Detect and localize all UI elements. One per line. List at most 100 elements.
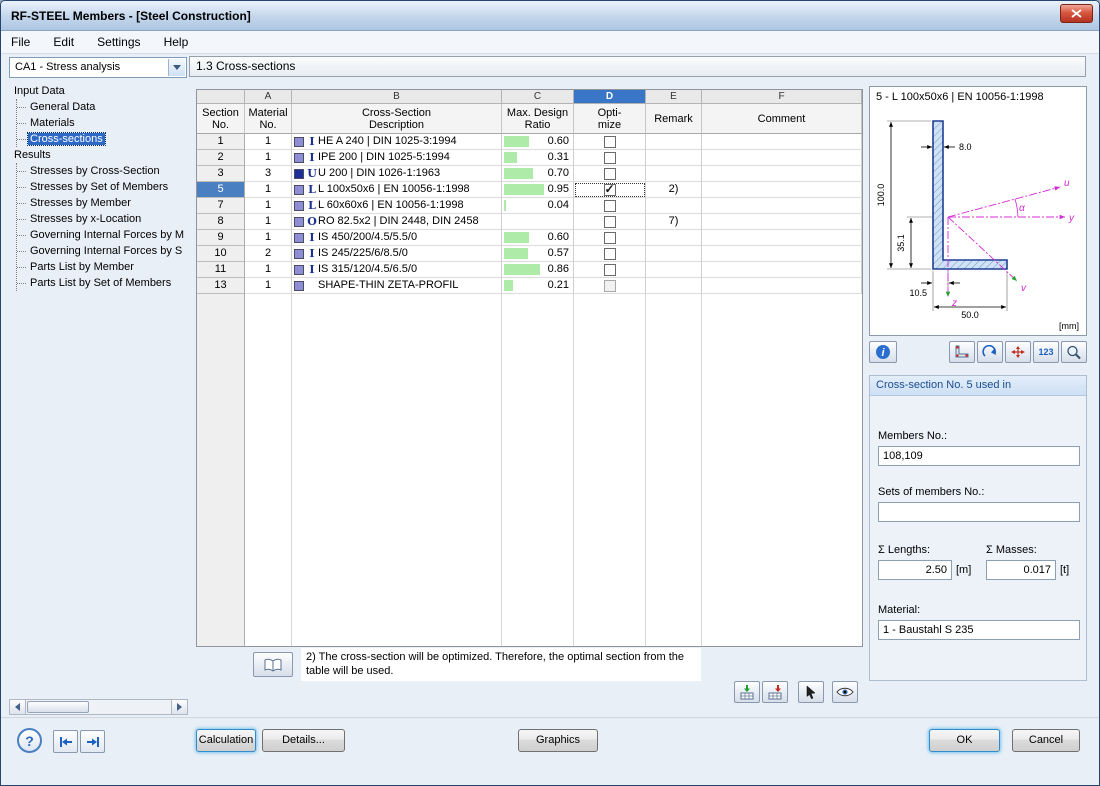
row-comment[interactable] [702,150,862,166]
optimize-checkbox[interactable] [603,247,616,260]
row-ratio-cell[interactable]: 0.60 [502,230,574,246]
transfer-table-button[interactable] [762,681,788,703]
row-optimize-cell[interactable] [574,166,646,182]
row-comment[interactable] [702,134,862,150]
zoom-details-button[interactable] [1061,341,1087,363]
header-max-design-ratio[interactable]: Max. Design Ratio [502,104,574,134]
row-ratio-cell[interactable] [502,214,574,230]
tree-horizontal-scrollbar[interactable] [9,699,188,715]
tree-item-governing-forces-by-set[interactable]: Governing Internal Forces by S [17,243,188,259]
optimize-checkbox[interactable] [603,263,616,276]
row-optimize-cell[interactable] [574,278,646,294]
tree-item-stresses-by-cross-section[interactable]: Stresses by Cross-Section [17,163,188,179]
row-optimize-cell[interactable] [574,182,646,198]
table-row[interactable]: 7 1 L L 60x60x6 | EN 10056-1:1998 0.04 [197,198,862,214]
tree-item-general-data[interactable]: General Data [17,99,188,115]
row-section-no[interactable]: 13 [197,278,245,294]
row-material-no[interactable]: 3 [245,166,292,182]
chevron-down-icon[interactable] [168,59,185,76]
row-optimize-cell[interactable] [574,150,646,166]
row-ratio-cell[interactable]: 0.57 [502,246,574,262]
row-remark[interactable] [646,150,702,166]
optimize-checkbox[interactable] [603,151,616,164]
table-row[interactable]: 11 1 I IS 315/120/4.5/6.5/0 0.86 [197,262,862,278]
pick-in-graphic-button[interactable] [798,681,824,703]
library-button[interactable] [253,652,293,677]
tree-item-stresses-by-set-of-members[interactable]: Stresses by Set of Members [17,179,188,195]
next-table-button[interactable] [80,730,105,753]
row-description-cell[interactable]: I IS 450/200/4.5/5.5/0 [292,230,502,246]
row-description-cell[interactable]: I IS 245/225/6/8.5/0 [292,246,502,262]
numbering-button[interactable]: 123 [1033,341,1059,363]
row-remark[interactable] [646,230,702,246]
sets-field[interactable] [878,502,1080,522]
row-material-no[interactable]: 1 [245,214,292,230]
tree-results[interactable]: Results [9,147,188,163]
table-row[interactable]: 5 1 L L 100x50x6 | EN 10056-1:1998 0.95 … [197,182,862,198]
stress-points-button[interactable] [949,341,975,363]
header-section-no[interactable]: Section No. [197,104,245,134]
table-row[interactable]: 13 1 SHAPE-THIN ZETA-PROFIL 0.21 [197,278,862,294]
row-material-no[interactable]: 2 [245,246,292,262]
menu-help[interactable]: Help [154,31,199,49]
row-ratio-cell[interactable]: 0.60 [502,134,574,150]
row-section-no[interactable]: 5 [197,182,245,198]
column-letter-f[interactable]: F [702,90,862,104]
row-optimize-cell[interactable] [574,262,646,278]
row-material-no[interactable]: 1 [245,262,292,278]
row-ratio-cell[interactable]: 0.31 [502,150,574,166]
material-field[interactable]: 1 - Baustahl S 235 [878,620,1080,640]
row-optimize-cell[interactable] [574,134,646,150]
tree-item-parts-list-by-member[interactable]: Parts List by Member [17,259,188,275]
row-description-cell[interactable]: L L 100x50x6 | EN 10056-1:1998 [292,182,502,198]
column-letter-d[interactable]: D [574,90,646,104]
optimize-checkbox[interactable] [603,135,616,148]
row-description-cell[interactable]: I HE A 240 | DIN 1025-3:1994 [292,134,502,150]
menu-settings[interactable]: Settings [87,31,150,49]
help-button[interactable]: ? [17,728,42,753]
table-row[interactable]: 8 1 O RO 82.5x2 | DIN 2448, DIN 2458 7) [197,214,862,230]
row-comment[interactable] [702,278,862,294]
masses-field[interactable]: 0.017 [986,560,1056,580]
optimize-checkbox[interactable] [603,231,616,244]
lengths-field[interactable]: 2.50 [878,560,952,580]
tree-item-stresses-by-x-location[interactable]: Stresses by x-Location [17,211,188,227]
row-comment[interactable] [702,262,862,278]
row-remark[interactable] [646,166,702,182]
table-row[interactable]: 3 3 U U 200 | DIN 1026-1:1963 0.70 [197,166,862,182]
row-optimize-cell[interactable] [574,246,646,262]
row-material-no[interactable]: 1 [245,182,292,198]
row-comment[interactable] [702,182,862,198]
tree-input-data[interactable]: Input Data [9,83,188,99]
row-optimize-cell[interactable] [574,230,646,246]
scroll-thumb[interactable] [27,701,89,713]
row-material-no[interactable]: 1 [245,230,292,246]
details-button[interactable]: Details... [262,729,345,752]
header-material-no[interactable]: Material No. [245,104,292,134]
table-row[interactable]: 9 1 I IS 450/200/4.5/5.5/0 0.60 [197,230,862,246]
row-remark[interactable] [646,134,702,150]
row-section-no[interactable]: 8 [197,214,245,230]
row-ratio-cell[interactable]: 0.70 [502,166,574,182]
header-description[interactable]: Cross-Section Description [292,104,502,134]
menu-file[interactable]: File [1,31,40,49]
table-row[interactable]: 10 2 I IS 245/225/6/8.5/0 0.57 [197,246,862,262]
row-remark[interactable] [646,278,702,294]
table-row[interactable]: 2 1 I IPE 200 | DIN 1025-5:1994 0.31 [197,150,862,166]
row-remark[interactable]: 2) [646,182,702,198]
members-field[interactable]: 108,109 [878,446,1080,466]
row-section-no[interactable]: 1 [197,134,245,150]
previous-table-button[interactable] [53,730,78,753]
row-description-cell[interactable]: SHAPE-THIN ZETA-PROFIL [292,278,502,294]
cancel-button[interactable]: Cancel [1012,729,1080,752]
row-remark[interactable] [646,246,702,262]
row-remark[interactable] [646,262,702,278]
row-comment[interactable] [702,246,862,262]
column-letter-b[interactable]: B [292,90,502,104]
row-material-no[interactable]: 1 [245,198,292,214]
row-section-no[interactable]: 7 [197,198,245,214]
column-letter-a[interactable]: A [245,90,292,104]
info-button[interactable]: i [869,341,897,363]
row-ratio-cell[interactable]: 0.21 [502,278,574,294]
optimize-checkbox[interactable] [603,199,616,212]
